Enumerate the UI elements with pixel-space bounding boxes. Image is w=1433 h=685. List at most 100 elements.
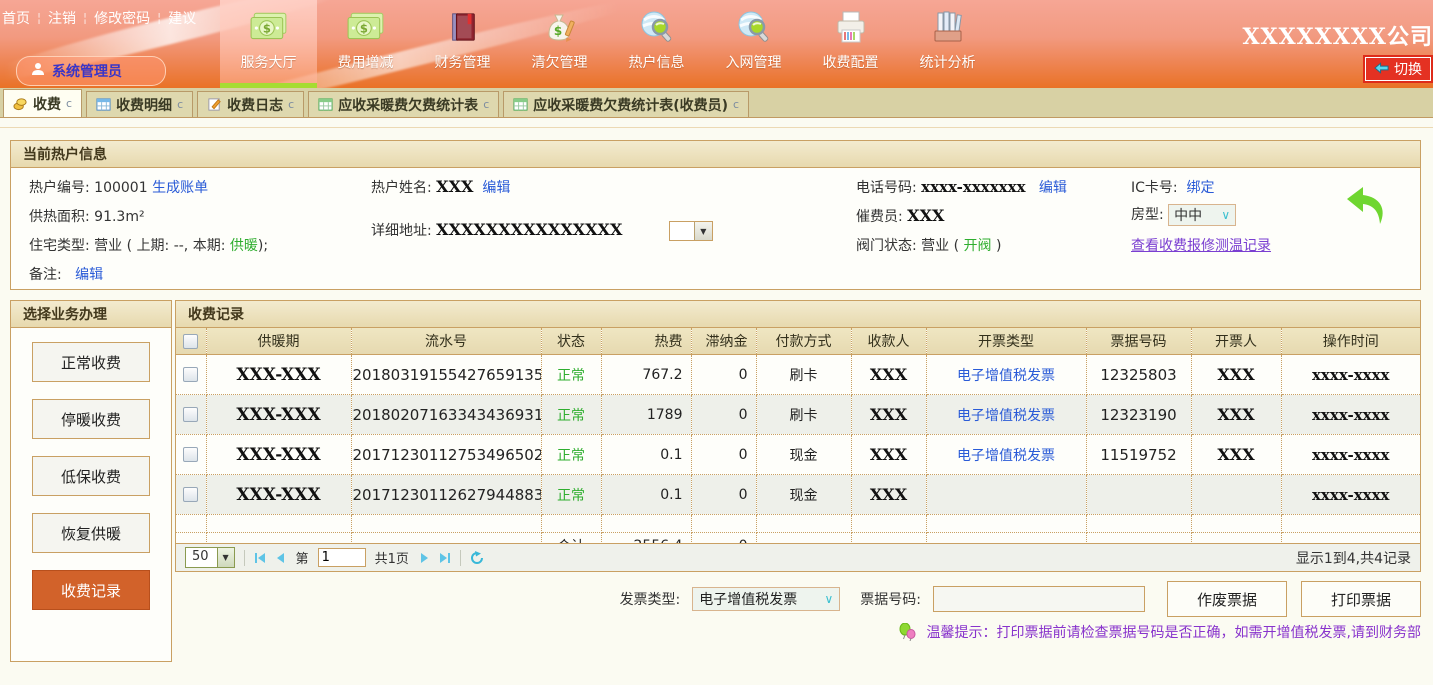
phone-label: 电话号码: — [856, 180, 917, 196]
name-edit-link[interactable]: 编辑 — [482, 180, 510, 196]
svg-text:$: $ — [359, 21, 367, 35]
first-page-icon[interactable] — [254, 552, 266, 564]
invoice-type-link[interactable]: 电子增值税发票 — [957, 368, 1055, 384]
svg-text:$: $ — [553, 24, 561, 38]
tab-refresh-icon[interactable]: c — [288, 98, 294, 111]
row-checkbox[interactable] — [183, 407, 198, 422]
page-size-value: 50 — [186, 548, 217, 567]
nav-item-arrears[interactable]: $ 清欠管理 — [511, 0, 608, 88]
tab-refresh-icon[interactable]: c — [66, 97, 72, 110]
books-icon — [930, 6, 966, 48]
invoice-type-select[interactable]: 电子增值税发票 ∨ — [692, 587, 840, 611]
tab-refresh-icon[interactable]: c — [483, 98, 489, 111]
chevron-down-icon: ∨ — [824, 592, 833, 606]
page-number-input[interactable] — [318, 548, 366, 567]
sidebar-button-resume-heating[interactable]: 恢复供暖 — [32, 513, 150, 553]
cell-serial: 20171230112627944883 — [351, 475, 541, 515]
nav-label: 费用增减 — [338, 52, 394, 72]
note-edit-link[interactable]: 编辑 — [75, 267, 103, 283]
row-checkbox[interactable] — [183, 487, 198, 502]
link-home[interactable]: 首页 — [2, 8, 30, 28]
sidebar-button-stop-heating-fee[interactable]: 停暖收费 — [32, 399, 150, 439]
nav-item-fee-adjust[interactable]: $ 费用增减 — [317, 0, 414, 88]
cell-payment-method: 现金 — [756, 435, 851, 475]
cell-ticket-number: 12323190 — [1086, 395, 1191, 435]
cell-payment-method: 现金 — [756, 475, 851, 515]
cell-status: 正常 — [541, 435, 601, 475]
switch-button[interactable]: 切换 — [1365, 57, 1431, 81]
cell-ticket-number: 12325803 — [1086, 355, 1191, 395]
nav-item-fee-config[interactable]: 收费配置 — [802, 0, 899, 88]
cell-operation-time: xxxx-xxxx — [1281, 435, 1420, 475]
tab-refresh-icon[interactable]: c — [733, 98, 739, 111]
tip-text: 温馨提示：打印票据前请检查票据号码是否正确，如需开增值税发票,请到财务部 — [927, 625, 1421, 641]
page: 首页¦ 注销¦ 修改密码¦ 建议 系统管理员 $ 服务大厅 $ 费用增减 — [0, 0, 1433, 685]
content-divider — [0, 127, 1433, 128]
link-change-password[interactable]: 修改密码 — [94, 8, 150, 28]
user-pill[interactable]: 系统管理员 — [16, 56, 166, 86]
select-all-checkbox[interactable] — [183, 334, 198, 349]
collector-label: 催费员: — [856, 209, 903, 225]
cell-late-fee: 0 — [691, 355, 756, 395]
residence-value-prefix: 营业 ( 上期: --, 本期: — [94, 238, 230, 254]
ticket-number-input[interactable] — [933, 586, 1145, 612]
ic-bind-link[interactable]: 绑定 — [1187, 180, 1215, 196]
business-sidebar: 选择业务办理 正常收费 停暖收费 低保收费 恢复供暖 收费记录 — [10, 300, 172, 662]
residence-type-label: 住宅类型: — [29, 238, 90, 254]
fee-records-panel: 收费记录 供暖期 流水号 状态 热费 滞纳金 付款方式 收款人 开票类型 — [175, 300, 1421, 572]
tab-shoufei-mingxi[interactable]: 收费明细 c — [86, 91, 193, 117]
cell-late-fee: 0 — [691, 475, 756, 515]
tip-bar: 温馨提示：打印票据前请检查票据号码是否正确，如需开增值税发票,请到财务部 — [175, 622, 1421, 645]
cell-payee: XXX — [851, 355, 926, 395]
sidebar-button-normal-fee[interactable]: 正常收费 — [32, 342, 150, 382]
next-page-icon[interactable] — [418, 552, 430, 564]
phone-edit-link[interactable]: 编辑 — [1039, 180, 1067, 196]
refresh-icon[interactable] — [470, 551, 484, 565]
address-select[interactable]: ▼ — [669, 221, 713, 241]
undo-arrow-icon[interactable] — [1342, 180, 1392, 234]
room-type-select[interactable]: 中中 ∨ — [1168, 204, 1236, 226]
cell-period: XXX-XXX — [206, 435, 351, 475]
nav-item-finance[interactable]: 财务管理 — [414, 0, 511, 88]
valve-status-label: 阀门状态: — [856, 238, 917, 254]
invoice-type-link[interactable]: 电子增值税发票 — [957, 408, 1055, 424]
invoice-type-link[interactable]: 电子增值税发票 — [957, 448, 1055, 464]
generate-bill-link[interactable]: 生成账单 — [152, 180, 208, 196]
switch-arrow-icon — [1374, 61, 1389, 77]
link-separator: ¦ — [83, 11, 87, 25]
tab-shoufei-rizhi[interactable]: 收费日志 c — [197, 91, 304, 117]
col-header-operation-time: 操作时间 — [1281, 328, 1420, 355]
row-checkbox[interactable] — [183, 447, 198, 462]
nav-label: 热户信息 — [629, 52, 685, 72]
temperature-record-link[interactable]: 查看收费报修测温记录 — [1131, 238, 1271, 254]
chevron-down-icon: ▼ — [217, 548, 234, 567]
account-label: 热户编号: — [29, 180, 90, 196]
cell-payment-method: 刷卡 — [756, 395, 851, 435]
col-header-issuer: 开票人 — [1191, 328, 1281, 355]
cell-period: XXX-XXX — [206, 475, 351, 515]
prev-page-icon[interactable] — [275, 552, 287, 564]
page-size-select[interactable]: 50 ▼ — [185, 547, 235, 568]
tab-qianfei-tongji-shoufeiyuan[interactable]: 应收采暖费欠费统计表(收费员) c — [503, 91, 749, 117]
sidebar-button-fee-records[interactable]: 收费记录 — [32, 570, 150, 610]
tab-shoufei[interactable]: 收费 c — [3, 89, 82, 117]
tab-qianfei-tongji[interactable]: 应收采暖费欠费统计表 c — [308, 91, 499, 117]
print-ticket-button[interactable]: 打印票据 — [1301, 581, 1421, 617]
main-nav: $ 服务大厅 $ 费用增减 财务管理 $ 清欠管理 — [220, 0, 996, 88]
tab-refresh-icon[interactable]: c — [177, 98, 183, 111]
globe-search-icon — [736, 6, 772, 48]
col-header-payment-method: 付款方式 — [756, 328, 851, 355]
cell-fee: 1789 — [601, 395, 691, 435]
nav-item-service-hall[interactable]: $ 服务大厅 — [220, 0, 317, 88]
nav-item-customer-info[interactable]: 热户信息 — [608, 0, 705, 88]
row-checkbox[interactable] — [183, 367, 198, 382]
link-suggestion[interactable]: 建议 — [168, 8, 196, 28]
sidebar-button-low-income-fee[interactable]: 低保收费 — [32, 456, 150, 496]
nav-item-network[interactable]: 入网管理 — [705, 0, 802, 88]
last-page-icon[interactable] — [439, 552, 451, 564]
void-ticket-button[interactable]: 作废票据 — [1167, 581, 1287, 617]
nav-label: 财务管理 — [435, 52, 491, 72]
cell-issuer: XXX — [1191, 435, 1281, 475]
nav-item-statistics[interactable]: 统计分析 — [899, 0, 996, 88]
link-logout[interactable]: 注销 — [48, 8, 76, 28]
